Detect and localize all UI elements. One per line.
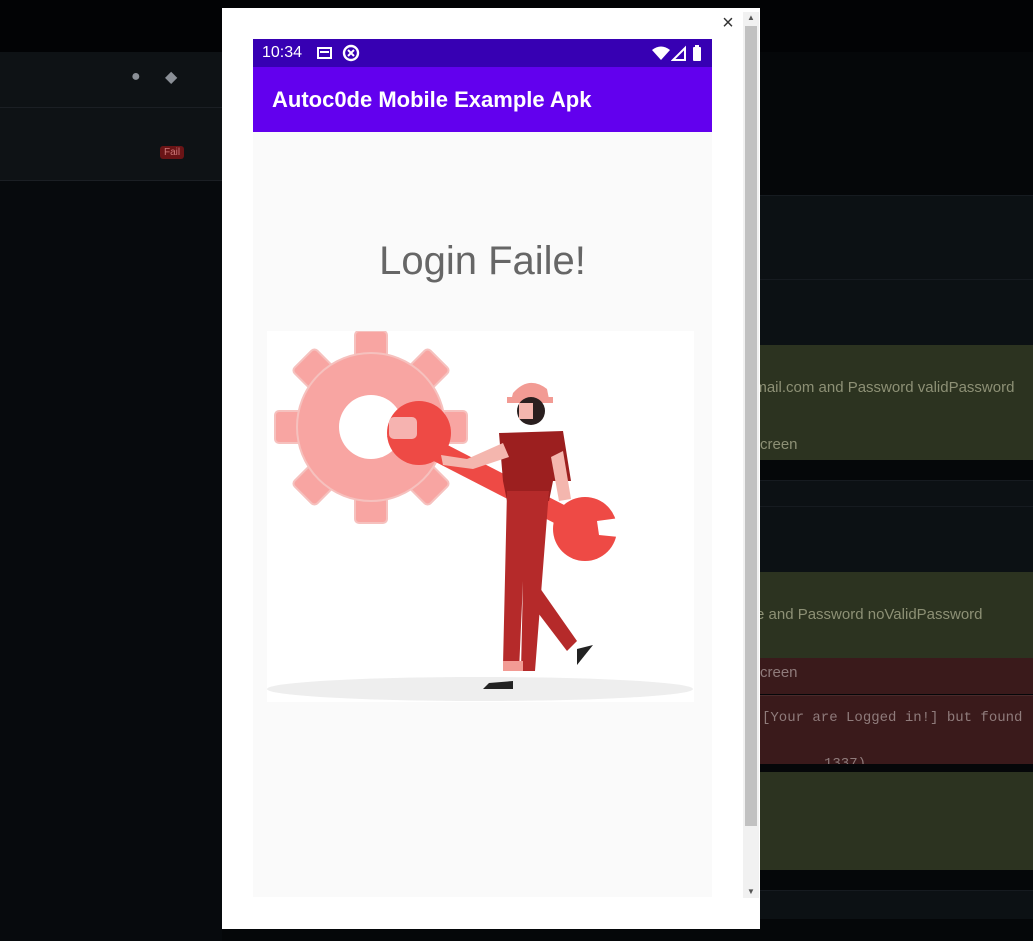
- background-error-text: [Your are Logged in!] but found: [762, 710, 1023, 726]
- fail-badge: Fail: [160, 146, 185, 159]
- wifi-icon: [652, 46, 670, 60]
- close-button[interactable]: ×: [720, 13, 736, 33]
- background-step-text: creen: [760, 664, 798, 681]
- background-right-row: [760, 195, 1033, 280]
- background-step-text: e and Password noValidPassword: [760, 606, 983, 623]
- background-left-row: [0, 108, 222, 181]
- app-title: Autoc0de Mobile Example Apk: [272, 87, 592, 112]
- background-step-row: creen: [760, 430, 1033, 460]
- background-left-row: [0, 52, 222, 108]
- background-step-text: gmail.com and Password validPassword: [760, 379, 1015, 396]
- alert-icon: ●: [131, 68, 141, 85]
- background-failed-step-row: creen: [760, 658, 1033, 694]
- app-bar: Autoc0de Mobile Example Apk: [253, 67, 712, 132]
- phone-screenshot: 10:34 Autoc0de Mobile Example Apk Login …: [253, 39, 712, 897]
- background-right-row: [760, 279, 1033, 346]
- sync-icon: [342, 44, 360, 62]
- cellular-signal-icon: [671, 45, 686, 61]
- notification-card-icon: [317, 47, 332, 59]
- mechanic-illustration: [267, 331, 694, 702]
- scrollbar-thumb[interactable]: [745, 26, 757, 826]
- modal-scrollbar[interactable]: ▲ ▼: [743, 12, 759, 898]
- battery-icon: [693, 45, 701, 61]
- background-step-row: e and Password noValidPassword: [760, 572, 1033, 658]
- scroll-up-arrow-icon[interactable]: ▲: [743, 12, 759, 24]
- background-error-block: [Your are Logged in!] but found 1337): [760, 695, 1033, 764]
- android-status-bar: 10:34: [253, 39, 712, 67]
- status-time: 10:34: [262, 44, 303, 61]
- background-step-text: creen: [760, 436, 798, 453]
- background-left-panel: [0, 52, 222, 941]
- background-step-row: gmail.com and Password validPassword: [760, 345, 1033, 430]
- scroll-down-arrow-icon[interactable]: ▼: [743, 886, 759, 898]
- login-result-heading: Login Faile!: [379, 239, 586, 283]
- background-error-text: 1337): [824, 756, 867, 764]
- background-right-row: [760, 890, 1033, 919]
- background-right-row: [760, 480, 1033, 507]
- background-step-row: [760, 772, 1033, 870]
- tag-icon: ◆: [165, 69, 178, 86]
- background-right-row: [760, 506, 1033, 573]
